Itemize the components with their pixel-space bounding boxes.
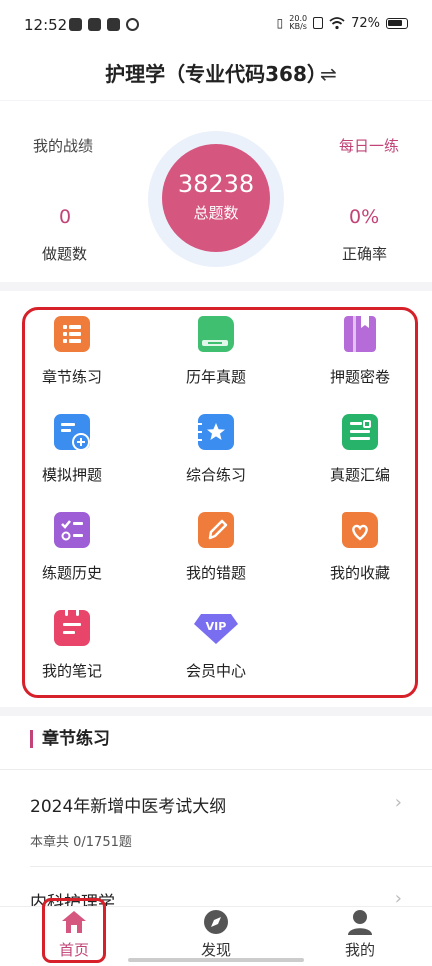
grid-item-label: 会员中心	[185, 662, 246, 680]
svg-text:VIP: VIP	[206, 620, 227, 633]
total-label: 总题数	[193, 204, 239, 222]
grid-item-label: 练题历史	[41, 564, 102, 582]
grid-item-past-papers[interactable]: 历年真题	[144, 316, 288, 387]
chapter-progress: 本章共 0/1751题	[30, 835, 132, 850]
section-divider	[0, 769, 432, 770]
book-icon	[198, 316, 234, 352]
chevron-right-icon: ›	[394, 792, 402, 813]
done-count: 0	[59, 206, 72, 228]
home-tab-highlight-box	[42, 898, 106, 963]
doc-lines-icon	[342, 414, 378, 450]
status-time: 12:52	[24, 16, 68, 34]
list-icon	[54, 316, 90, 352]
inbox-notification-icon	[107, 18, 120, 31]
grid-item-notes[interactable]: 我的笔记	[0, 608, 144, 681]
chapter-name: 2024年新增中医考试大纲	[30, 797, 227, 817]
daily-practice-link[interactable]: 每日一练	[339, 135, 399, 156]
edit-icon	[198, 512, 234, 548]
status-bar: 12:52 ▯ 20.0 KB/s 72%	[0, 0, 432, 52]
grid-item-label: 我的笔记	[41, 662, 102, 680]
my-record-label: 我的战绩	[33, 137, 94, 155]
total-questions-circle[interactable]: 38238 总题数	[162, 144, 270, 252]
grid-item-chapter-practice[interactable]: 章节练习	[0, 316, 144, 387]
item-divider	[30, 866, 432, 867]
grid-item-label: 我的错题	[185, 564, 246, 582]
grid-item-comprehensive-practice[interactable]: 综合练习	[144, 414, 288, 485]
checklist-icon	[54, 512, 90, 548]
chapter-item[interactable]: 2024年新增中医考试大纲 本章共 0/1751题 ›	[30, 792, 410, 850]
tab-label: 我的	[344, 941, 375, 959]
accuracy-value: 0%	[349, 206, 380, 228]
play-notification-icon	[88, 18, 101, 31]
grid-item-label: 历年真题	[185, 368, 246, 386]
title-bar: 护理学（专业代码368） ⇌	[0, 52, 432, 100]
grid-item-label: 章节练习	[41, 368, 102, 386]
page-title: 护理学（专业代码368）	[105, 62, 327, 86]
sim-off-icon	[313, 17, 324, 29]
bookmark-book-icon	[344, 316, 376, 352]
notification-icons	[69, 18, 139, 31]
stats-card: 我的战绩 每日一练 38238 总题数 0 做题数 0% 正确率	[0, 101, 432, 282]
doc-plus-icon	[54, 414, 90, 451]
vibrate-icon: ▯	[276, 16, 284, 30]
grid-item-wrong-questions[interactable]: 我的错题	[144, 512, 288, 583]
star-notebook-icon	[198, 414, 234, 450]
grid-item-practice-history[interactable]: 练题历史	[0, 512, 144, 583]
grid-item-favorites[interactable]: 我的收藏	[288, 512, 432, 583]
grid-item-past-compilation[interactable]: 真题汇编	[288, 414, 432, 485]
mail-notification-icon	[69, 18, 82, 31]
battery-icon	[386, 17, 408, 29]
heart-folder-icon	[342, 512, 378, 548]
tab-discover[interactable]: 发现	[171, 909, 261, 960]
tab-mine[interactable]: 我的	[315, 909, 405, 960]
accuracy-label: 正确率	[342, 245, 388, 263]
grid-item-label: 押题密卷	[329, 368, 390, 386]
battery-text: 72%	[351, 15, 380, 31]
grid-item-label: 模拟押题	[41, 466, 102, 484]
grid-item-label: 综合练习	[185, 466, 246, 484]
wifi-icon	[329, 16, 345, 29]
swap-major-icon[interactable]: ⇌	[320, 62, 337, 86]
done-label: 做题数	[42, 245, 88, 263]
grid-item-predicted-exams[interactable]: 押题密卷	[288, 316, 432, 387]
gesture-bar	[128, 958, 304, 962]
net-speed: 20.0 KB/s	[289, 14, 308, 31]
compass-icon	[204, 910, 228, 934]
grid-item-vip-center[interactable]: VIP 会员中心	[144, 610, 288, 681]
user-icon	[348, 910, 372, 935]
section-title: 章节练习	[30, 730, 110, 748]
grid-item-mock-exam[interactable]: 模拟押题	[0, 414, 144, 485]
grid-item-label: 真题汇编	[329, 466, 390, 484]
vip-gem-icon: VIP	[193, 610, 239, 646]
notebook-icon	[54, 608, 90, 646]
total-count: 38238	[177, 170, 255, 198]
tab-label: 发现	[200, 941, 231, 959]
grid-item-label: 我的收藏	[329, 564, 390, 582]
sync-notification-icon	[126, 18, 139, 31]
